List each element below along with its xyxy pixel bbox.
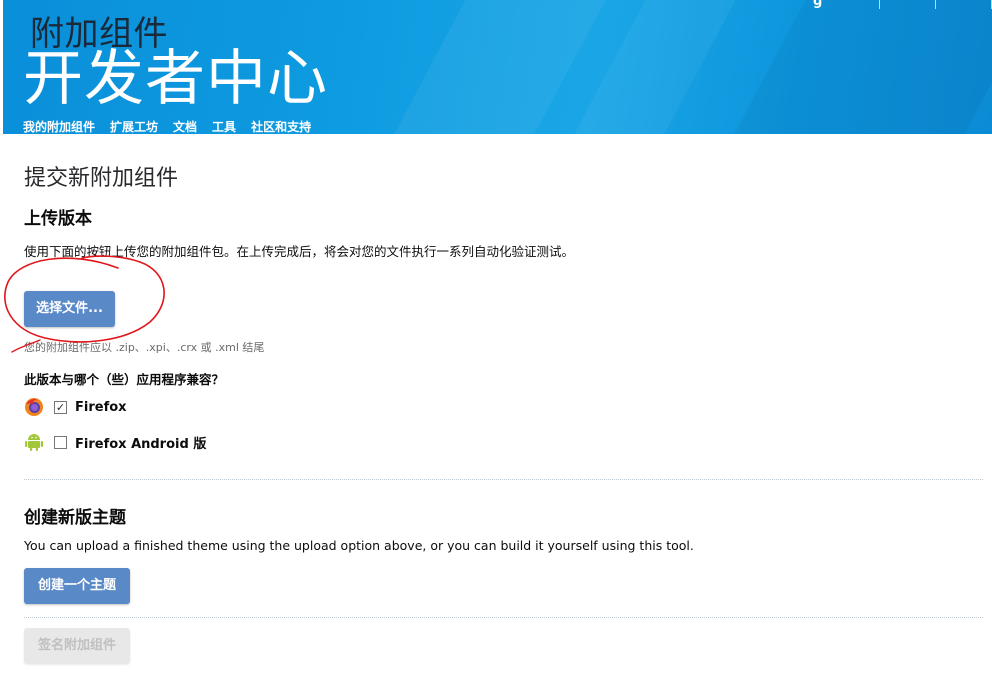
theme-description: You can upload a finished theme using th…	[24, 538, 694, 553]
file-type-hint: 您的附加组件应以 .zip、.xpi、.crx 或 .xml 结尾	[24, 341, 265, 354]
compatibility-question: 此版本与哪个（些）应用程序兼容？	[24, 372, 225, 387]
android-icon	[24, 432, 44, 452]
sign-addon-button[interactable]: 签名附加组件	[24, 628, 130, 664]
nav-tools[interactable]: 工具	[212, 118, 236, 134]
app-row-android[interactable]: Firefox Android 版	[24, 431, 206, 453]
nav-extension-workshop[interactable]: 扩展工坊	[110, 118, 158, 134]
top-account-links[interactable]	[829, 0, 992, 9]
top-link-separator	[878, 0, 880, 9]
android-checkbox[interactable]	[54, 435, 67, 449]
header-stripe	[369, 0, 617, 134]
header-stripe	[709, 0, 992, 134]
section-divider	[24, 479, 983, 480]
app-row-firefox[interactable]: ✓ Firefox	[24, 396, 127, 418]
firefox-checkbox[interactable]: ✓	[54, 400, 67, 414]
nav-my-addons[interactable]: 我的附加组件	[23, 118, 95, 134]
upload-section-title: 上传版本	[24, 209, 92, 229]
page-title: 提交新附加组件	[24, 166, 179, 191]
theme-section-title: 创建新版主题	[24, 508, 126, 528]
nav-community-support[interactable]: 社区和支持	[251, 118, 311, 134]
create-theme-button[interactable]: 创建一个主题	[24, 568, 130, 604]
site-header: g 附加组件 开发者中心 我的附加组件 扩展工坊 文档 工具 社区和支持	[3, 0, 992, 134]
firefox-icon	[24, 397, 44, 417]
choose-file-button[interactable]: 选择文件...	[24, 291, 115, 327]
firefox-label[interactable]: Firefox	[75, 400, 127, 415]
android-label[interactable]: Firefox Android 版	[75, 433, 206, 452]
account-link-glyph[interactable]: g	[813, 0, 822, 9]
main-content: 提交新附加组件 上传版本 使用下面的按钮上传您的附加组件包。在上传完成后，将会对…	[24, 160, 984, 260]
section-divider	[24, 617, 983, 618]
main-nav: 我的附加组件 扩展工坊 文档 工具 社区和支持	[23, 118, 311, 134]
top-link-separator	[934, 0, 936, 9]
site-title[interactable]: 开发者中心	[23, 30, 328, 117]
upload-description: 使用下面的按钮上传您的附加组件包。在上传完成后，将会对您的文件执行一系列自动化验…	[24, 244, 575, 259]
nav-docs[interactable]: 文档	[173, 118, 197, 134]
